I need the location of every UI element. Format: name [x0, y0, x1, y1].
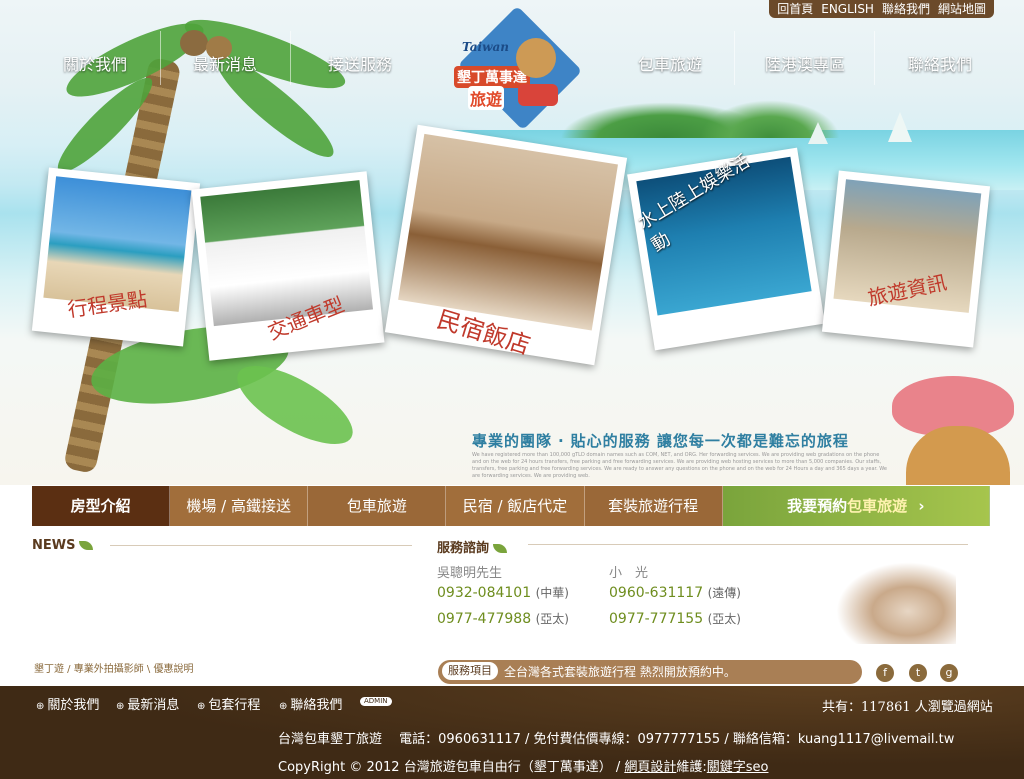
news-heading: NEWS	[32, 538, 94, 553]
admin-button[interactable]: ADMIN	[360, 697, 392, 706]
contact-name: 吳聰明先生	[437, 566, 503, 581]
dog-mascot-image	[886, 370, 1024, 485]
visitor-counter: 共有：117861 人瀏覽過網站	[822, 696, 993, 715]
van-photo	[200, 180, 373, 327]
photo-card-travel-info[interactable]: 旅遊資訊	[821, 170, 991, 348]
submenu-package-tours[interactable]: 套裝旅遊行程	[584, 486, 723, 526]
news-divider	[110, 545, 412, 546]
phone-number: 0932-084101	[437, 585, 532, 601]
logo-text-taiwan: Taiwan	[462, 40, 509, 54]
web-design-link[interactable]: 網頁設計	[624, 760, 676, 775]
phone-number: 0977-777155	[609, 611, 704, 627]
dog-logo-icon	[516, 38, 556, 78]
nav-divider	[734, 31, 735, 85]
contact-phone: 0932-084101 (中華)	[437, 584, 569, 601]
room-photo	[398, 133, 618, 331]
phone-carrier: (亞太)	[535, 612, 569, 626]
home-link[interactable]: 回首頁	[777, 0, 813, 18]
utility-bar: 回首頁 ENGLISH 聯絡我們 網站地圖	[769, 0, 994, 18]
google-plus-icon[interactable]: g	[940, 664, 958, 682]
news-footer-links[interactable]: 墾丁遊 / 專業外拍攝影師 \ 優惠說明	[34, 660, 193, 675]
chevron-right-icon: ›	[918, 497, 925, 515]
twitter-icon[interactable]: t	[909, 664, 927, 682]
cta-highlight: 包車旅遊	[847, 497, 908, 515]
nav-item-contact[interactable]: 聯絡我們	[875, 25, 1005, 85]
logo-text-sub: 旅遊	[468, 86, 505, 110]
service-divider	[528, 544, 968, 545]
palm-frond	[226, 350, 364, 460]
submenu-room-types[interactable]: 房型介紹	[32, 486, 171, 526]
contact-phone: 0977-477988 (亞太)	[437, 610, 569, 627]
phone-carrier: (亞太)	[707, 612, 741, 626]
photo-card-hotels[interactable]: 民宿飯店	[384, 124, 628, 366]
leaf-icon	[79, 541, 94, 550]
footer-link-packages[interactable]: 包套行程	[197, 694, 260, 713]
maintenance-text: 維護:	[676, 760, 707, 775]
footer-copyright: CopyRight © 2012 台灣旅遊包車自由行（墾丁萬事達） / 網頁設計…	[278, 756, 768, 775]
seashell-image	[836, 562, 956, 644]
visitor-prefix: 共有：	[822, 700, 862, 715]
dog-face	[906, 426, 1010, 485]
service-ticker: 服務項目 全台灣各式套裝旅遊行程 熱烈開放預約中。	[438, 660, 862, 684]
hero-tagline-english: We have registered more than 100,000 gTL…	[472, 452, 888, 479]
nav-item-transfer[interactable]: 接送服務	[295, 25, 425, 85]
footer-link-about[interactable]: 關於我們	[36, 694, 99, 713]
nav-item-about[interactable]: 關於我們	[30, 25, 160, 85]
nav-item-charter-tour[interactable]: 包車旅遊	[605, 25, 735, 85]
visitor-count: 117861	[861, 700, 911, 715]
nav-divider	[290, 31, 291, 85]
phone-carrier: (遠傳)	[707, 586, 741, 600]
leaf-icon	[493, 544, 508, 553]
photo-card-activities[interactable]: 水上陸上娛樂活動	[627, 147, 825, 351]
ticker-tag: 服務項目	[442, 662, 498, 680]
contact-link[interactable]: 聯絡我們	[882, 0, 930, 18]
photo-card-vehicles[interactable]: 交通車型	[191, 171, 385, 361]
phone-number: 0960-631117	[609, 585, 704, 601]
service-heading: 服務諮詢	[437, 537, 508, 556]
hero-tagline: 專業的團隊 ‧ 貼心的服務 讓您每一次都是難忘的旅程	[472, 432, 849, 450]
phone-carrier: (中華)	[535, 586, 569, 600]
contact-name: 小 光	[609, 566, 649, 581]
footer-contact-line: 台灣包車墾丁旅遊 電話：0960631117 / 免付費估價專線：0977777…	[278, 732, 955, 747]
content-area: NEWS 墾丁遊 / 專業外拍攝影師 \ 優惠說明 服務諮詢 吳聰明先生 093…	[0, 526, 1024, 686]
copyright-text: CopyRight © 2012 台灣旅遊包車自由行（墾丁萬事達） /	[278, 760, 625, 775]
seo-link[interactable]: 關鍵字seo	[707, 760, 769, 775]
visitor-suffix: 人瀏覽過網站	[910, 700, 993, 715]
site-logo[interactable]: Taiwan 墾丁萬事達 旅遊	[454, 5, 583, 131]
book-charter-tour-button[interactable]: 我要預約包車旅遊 ›	[722, 486, 991, 526]
submenu-hotel-booking[interactable]: 民宿 / 飯店代定	[446, 486, 585, 526]
van-icon	[518, 84, 558, 106]
contact-phone: 0977-777155 (亞太)	[609, 610, 741, 627]
sailboat-icon	[888, 112, 912, 142]
service-heading-text: 服務諮詢	[437, 541, 490, 556]
footer-link-contact[interactable]: 聯絡我們	[279, 694, 342, 713]
nav-item-hk-macau[interactable]: 陸港澳專區	[740, 25, 870, 85]
sub-menu-bar: 房型介紹 機場 / 高鐵接送 包車旅遊 民宿 / 飯店代定 套裝旅遊行程 我要預…	[32, 486, 991, 526]
footer-link-news[interactable]: 最新消息	[116, 694, 179, 713]
footer: 關於我們 最新消息 包套行程 聯絡我們 ADMIN 共有：117861 人瀏覽過…	[0, 686, 1024, 779]
nav-item-news[interactable]: 最新消息	[160, 25, 290, 85]
sitemap-link[interactable]: 網站地圖	[938, 0, 986, 18]
submenu-charter-tour[interactable]: 包車旅遊	[308, 486, 447, 526]
facebook-icon[interactable]: f	[876, 664, 894, 682]
contact-phone: 0960-631117 (遠傳)	[609, 584, 741, 601]
sailboat-icon	[808, 122, 828, 144]
photo-card-attractions[interactable]: 行程景點	[31, 167, 201, 347]
phone-number: 0977-477988	[437, 611, 532, 627]
news-heading-text: NEWS	[32, 538, 76, 553]
ticker-text[interactable]: 全台灣各式套裝旅遊行程 熱烈開放預約中。	[504, 665, 736, 679]
submenu-airport-transfer[interactable]: 機場 / 高鐵接送	[170, 486, 309, 526]
english-link[interactable]: ENGLISH	[821, 0, 874, 18]
cta-prefix: 我要預約	[787, 497, 848, 515]
